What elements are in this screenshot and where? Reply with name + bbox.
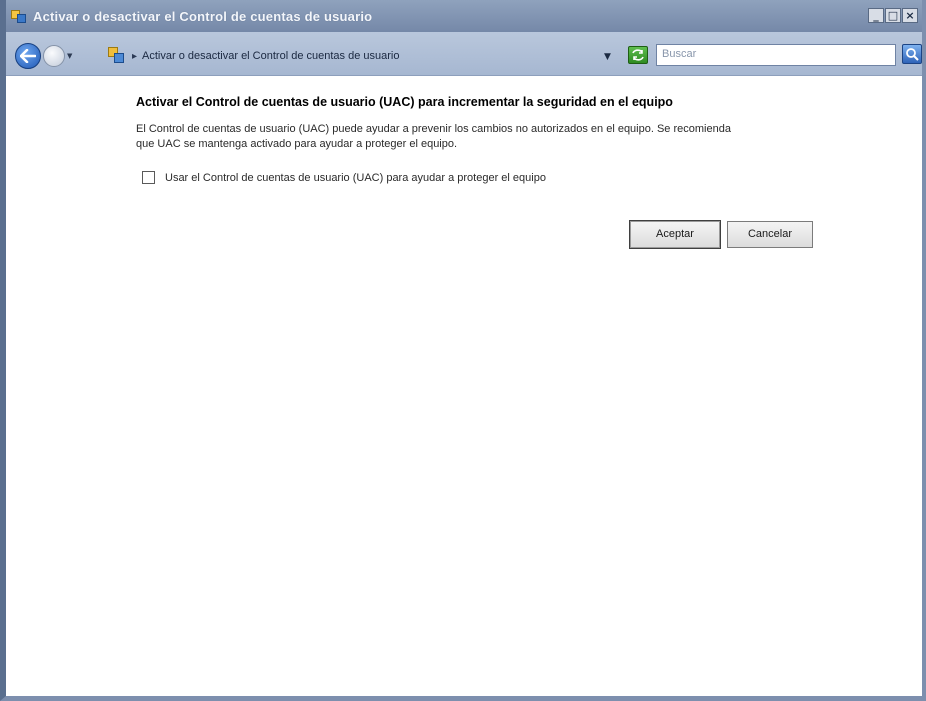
description-line: El Control de cuentas de usuario (UAC) p… — [136, 123, 731, 135]
recent-pages-dropdown[interactable]: ▼ — [67, 52, 75, 60]
close-button[interactable]: × — [902, 8, 918, 23]
control-panel-icon — [108, 47, 126, 65]
navigation-bar: ▼ ▸ Activar o desactivar el Control de c… — [6, 32, 922, 76]
search-icon — [906, 48, 919, 61]
minimize-button[interactable]: _ — [868, 8, 884, 23]
search-input[interactable]: Buscar — [656, 44, 896, 66]
description-line: que UAC se mantenga activado para ayudar… — [136, 138, 458, 150]
breadcrumb-separator[interactable]: ▸ — [132, 51, 137, 62]
refresh-button[interactable] — [628, 46, 648, 64]
title-bar[interactable]: Activar o desactivar el Control de cuent… — [6, 0, 922, 32]
back-button[interactable] — [15, 43, 41, 69]
ok-button[interactable]: Aceptar — [629, 220, 721, 249]
page-description: El Control de cuentas de usuario (UAC) p… — [136, 122, 816, 152]
maximize-button[interactable]: □ — [885, 8, 901, 23]
control-panel-window: Activar o desactivar el Control de cuent… — [0, 0, 926, 701]
refresh-icon — [632, 49, 644, 61]
caption-buttons: _ □ × — [868, 8, 918, 23]
search-button[interactable] — [902, 44, 922, 64]
uac-checkbox[interactable] — [142, 171, 155, 184]
arrow-left-icon — [20, 49, 36, 63]
forward-button[interactable] — [43, 45, 65, 67]
control-panel-icon — [11, 8, 27, 24]
uac-checkbox-label[interactable]: Usar el Control de cuentas de usuario (U… — [165, 172, 546, 184]
content-area: Activar el Control de cuentas de usuario… — [6, 77, 922, 696]
address-dropdown-icon[interactable]: ▼ — [604, 52, 611, 62]
breadcrumb[interactable]: Activar o desactivar el Control de cuent… — [142, 50, 399, 62]
address-bar[interactable]: ▸ Activar o desactivar el Control de cue… — [108, 45, 618, 67]
uac-option[interactable]: Usar el Control de cuentas de usuario (U… — [142, 171, 546, 184]
window-title: Activar o desactivar el Control de cuent… — [33, 8, 373, 24]
page-title: Activar el Control de cuentas de usuario… — [136, 95, 673, 109]
cancel-button[interactable]: Cancelar — [727, 221, 813, 248]
